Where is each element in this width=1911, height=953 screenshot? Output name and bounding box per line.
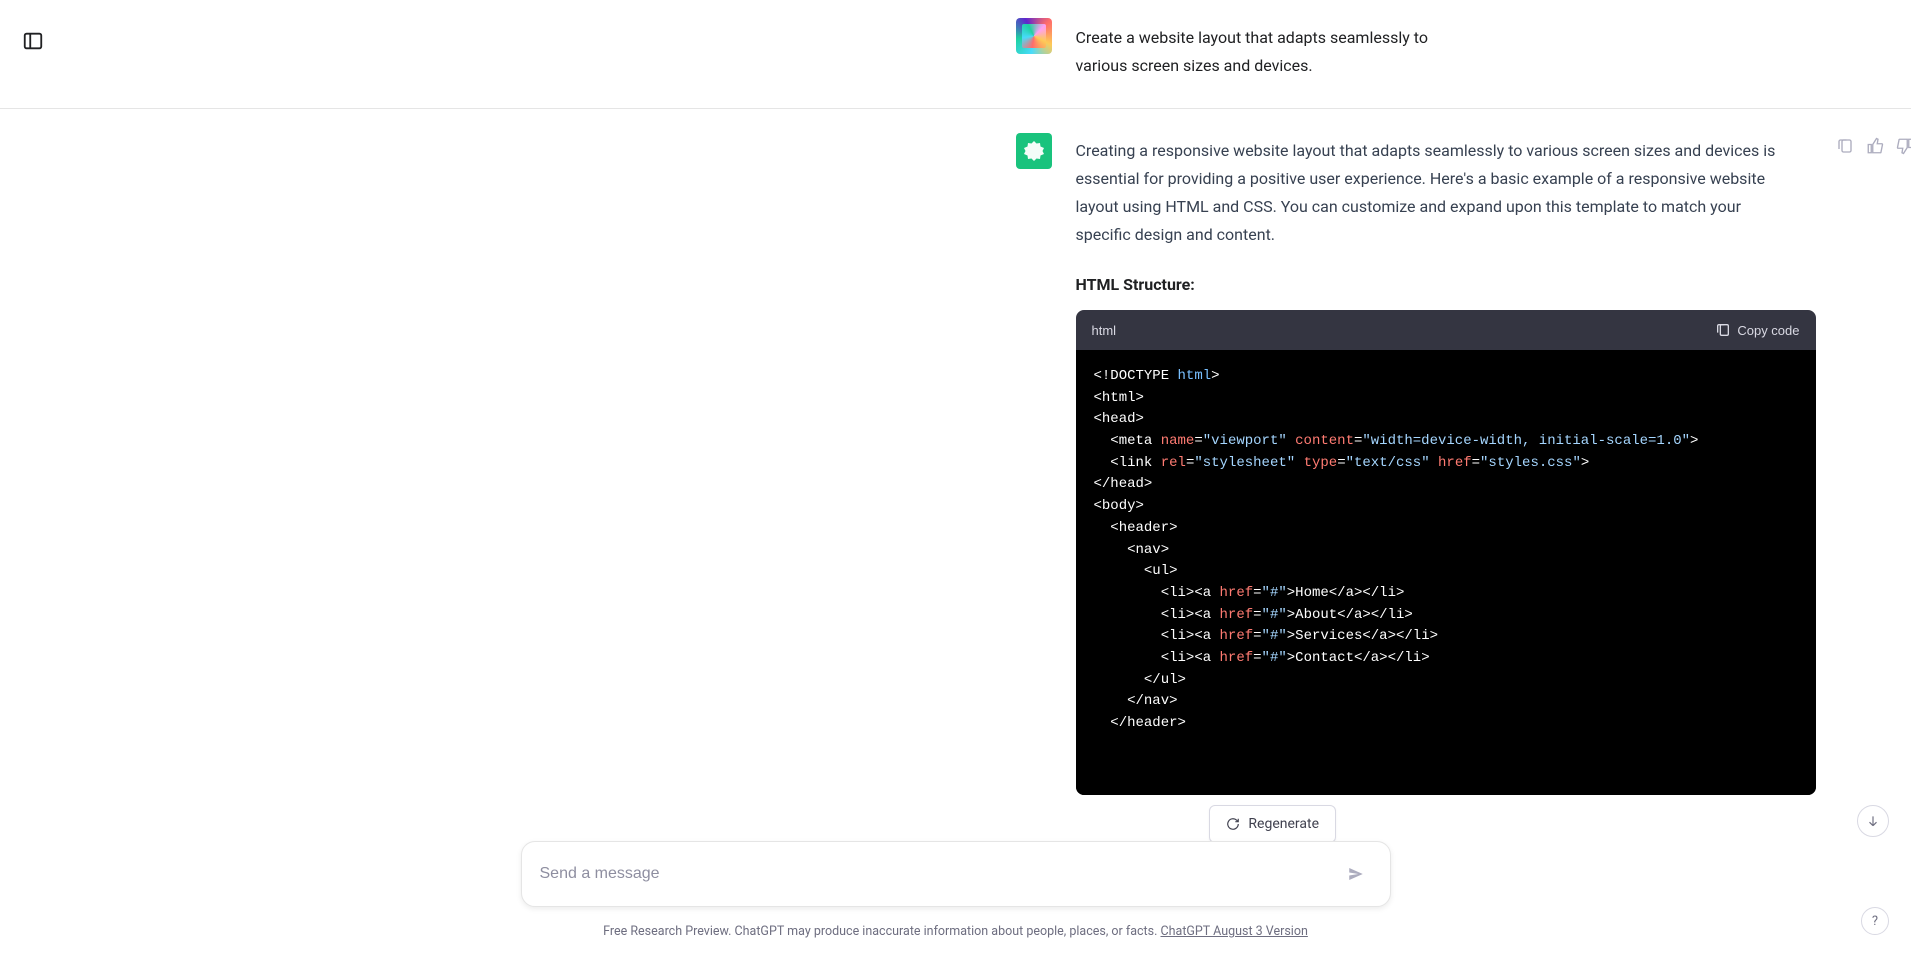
message-actions: [1836, 137, 1911, 157]
assistant-avatar: [1016, 133, 1052, 169]
thumbs-up-button[interactable]: [1866, 137, 1886, 157]
conversation-area: Create a website layout that adapts seam…: [0, 0, 1911, 953]
assistant-message-row: Creating a responsive website layout tha…: [0, 109, 1911, 795]
message-input[interactable]: [540, 865, 1340, 883]
assistant-intro-text: Creating a responsive website layout tha…: [1076, 133, 1796, 249]
user-message-row: Create a website layout that adapts seam…: [0, 0, 1911, 109]
help-button[interactable]: ?: [1861, 907, 1889, 935]
copy-code-label: Copy code: [1737, 323, 1799, 338]
regenerate-icon: [1226, 817, 1240, 831]
regenerate-label: Regenerate: [1248, 816, 1319, 832]
code-block: html Copy code <!DOCTYPE html> <html> <h…: [1076, 310, 1816, 795]
message-input-bar: [521, 841, 1391, 907]
send-button[interactable]: [1340, 858, 1372, 890]
thumbs-down-icon: [1896, 137, 1911, 155]
code-body[interactable]: <!DOCTYPE html> <html> <head> <meta name…: [1076, 350, 1816, 795]
regenerate-button[interactable]: Regenerate: [1209, 805, 1336, 843]
code-language-label: html: [1092, 323, 1117, 338]
help-label: ?: [1872, 914, 1878, 929]
code-header: html Copy code: [1076, 310, 1816, 350]
footer-text: Free Research Preview. ChatGPT may produ…: [603, 924, 1160, 939]
openai-logo-icon: [1022, 139, 1046, 163]
arrow-down-icon: [1866, 814, 1880, 828]
clipboard-icon: [1836, 137, 1854, 155]
user-message-text: Create a website layout that adapts seam…: [1076, 18, 1446, 80]
footer-disclaimer: Free Research Preview. ChatGPT may produ…: [0, 924, 1911, 939]
send-icon: [1347, 865, 1365, 883]
copy-message-button[interactable]: [1836, 137, 1856, 157]
copy-code-button[interactable]: Copy code: [1715, 322, 1799, 338]
scroll-to-bottom-button[interactable]: [1857, 805, 1889, 837]
thumbs-down-button[interactable]: [1896, 137, 1911, 157]
thumbs-up-icon: [1866, 137, 1884, 155]
user-avatar: [1016, 18, 1052, 54]
footer-version-link[interactable]: ChatGPT August 3 Version: [1161, 924, 1308, 939]
clipboard-icon: [1715, 322, 1731, 338]
section-heading: HTML Structure:: [1076, 275, 1816, 294]
